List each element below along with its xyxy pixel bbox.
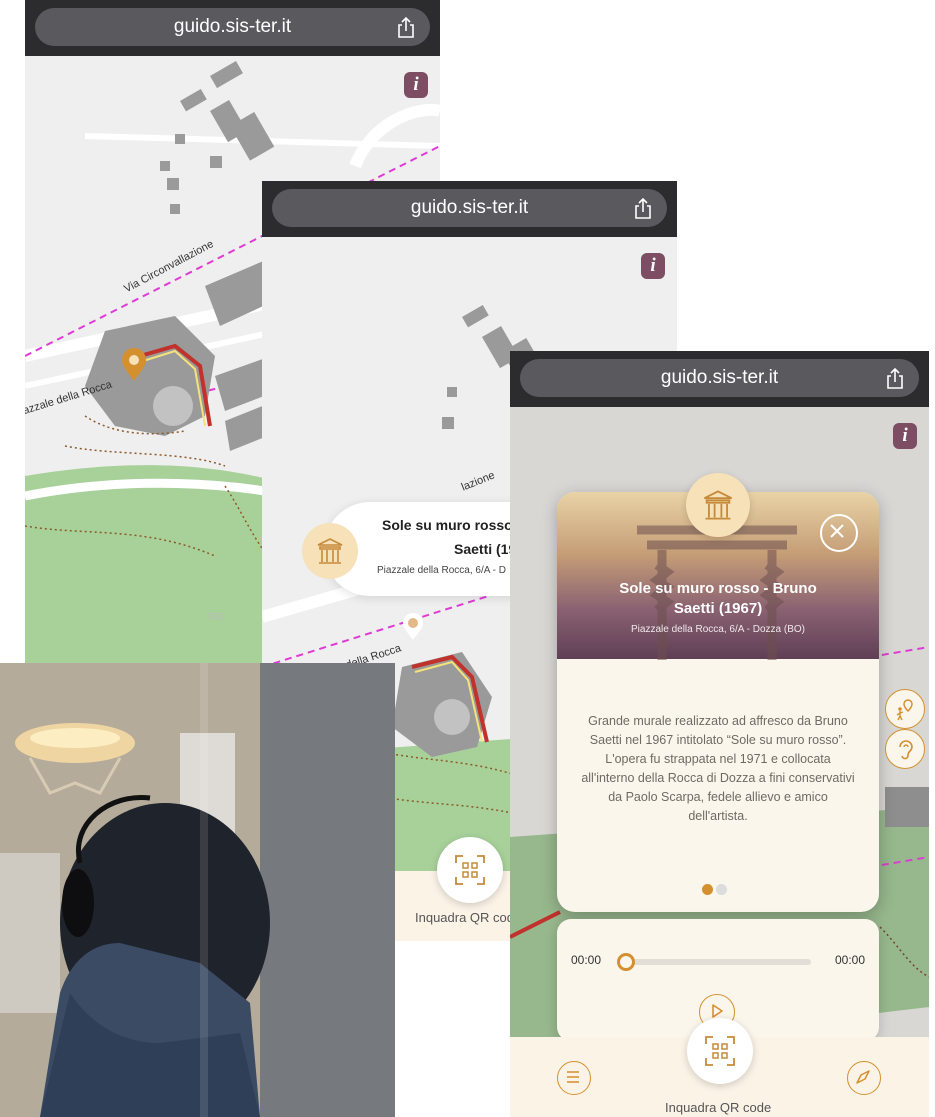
share-icon[interactable] <box>633 198 653 220</box>
ear-icon <box>899 740 913 760</box>
qr-scan-label: Inquadra QR cod <box>415 910 515 925</box>
poi-card-icon <box>686 473 750 537</box>
photo-illustration <box>0 663 395 1117</box>
browser-address-bar: guido.sis-ter.it <box>25 0 440 56</box>
monument-icon <box>317 538 343 564</box>
poi-card-description: Grande murale realizzato ad affresco da … <box>581 714 855 823</box>
screen-3-poi-card: guido.sis-ter.it i Sole su muro rosso - … <box>510 351 929 1117</box>
poi-popup-address: Piazzale della Rocca, 6/A - D <box>377 565 506 576</box>
info-icon[interactable]: i <box>893 423 917 449</box>
elevation-label: 750 <box>207 612 224 623</box>
map-pin-icon[interactable] <box>121 348 147 382</box>
url-field[interactable]: guido.sis-ter.it <box>35 8 430 46</box>
share-icon[interactable] <box>885 368 905 390</box>
poi-popup-title: Sole su muro rosso - <box>382 517 522 533</box>
info-icon[interactable]: i <box>404 72 428 98</box>
audio-guide-button[interactable] <box>885 729 925 769</box>
url-field[interactable]: guido.sis-ter.it <box>272 189 667 227</box>
poi-detail-card: Sole su muro rosso - Bruno Saetti (1967)… <box>557 492 879 912</box>
elapsed-time: 00:00 <box>571 953 602 967</box>
listener-photo <box>0 663 395 1117</box>
map-pin-icon[interactable] <box>402 613 424 641</box>
close-icon[interactable] <box>820 514 858 552</box>
poi-card-title-2: Saetti (1967) <box>673 600 763 617</box>
compass-icon[interactable] <box>847 1061 881 1095</box>
qr-scan-label: Inquadra QR code <box>665 1100 772 1115</box>
info-icon[interactable]: i <box>641 253 665 279</box>
monument-icon <box>703 490 733 520</box>
qr-code-icon <box>455 855 485 885</box>
audio-progress-knob[interactable] <box>617 953 635 971</box>
share-icon[interactable] <box>396 17 416 39</box>
menu-icon[interactable] <box>557 1061 591 1095</box>
url-field[interactable]: guido.sis-ter.it <box>520 359 919 397</box>
poi-card-title: Sole su muro rosso - Bruno <box>619 580 817 597</box>
pagination-dot[interactable] <box>716 884 727 895</box>
walking-route-icon <box>896 699 913 721</box>
poi-card-address: Piazzale della Rocca, 6/A - Dozza (BO) <box>631 624 805 635</box>
url-text: guido.sis-ter.it <box>660 367 779 388</box>
poi-popup-icon <box>302 523 358 579</box>
qr-code-icon <box>705 1036 735 1066</box>
qr-scan-button[interactable] <box>437 837 503 903</box>
walking-route-button[interactable] <box>885 689 925 729</box>
audio-progress-bar[interactable] <box>617 953 811 971</box>
qr-scan-button[interactable] <box>687 1018 753 1084</box>
pagination-dot-active[interactable] <box>702 884 713 895</box>
total-duration: 00:00 <box>834 953 865 967</box>
browser-address-bar: guido.sis-ter.it <box>262 181 677 237</box>
url-text: guido.sis-ter.it <box>173 16 292 37</box>
url-text: guido.sis-ter.it <box>410 197 529 218</box>
browser-address-bar: guido.sis-ter.it <box>510 351 929 407</box>
